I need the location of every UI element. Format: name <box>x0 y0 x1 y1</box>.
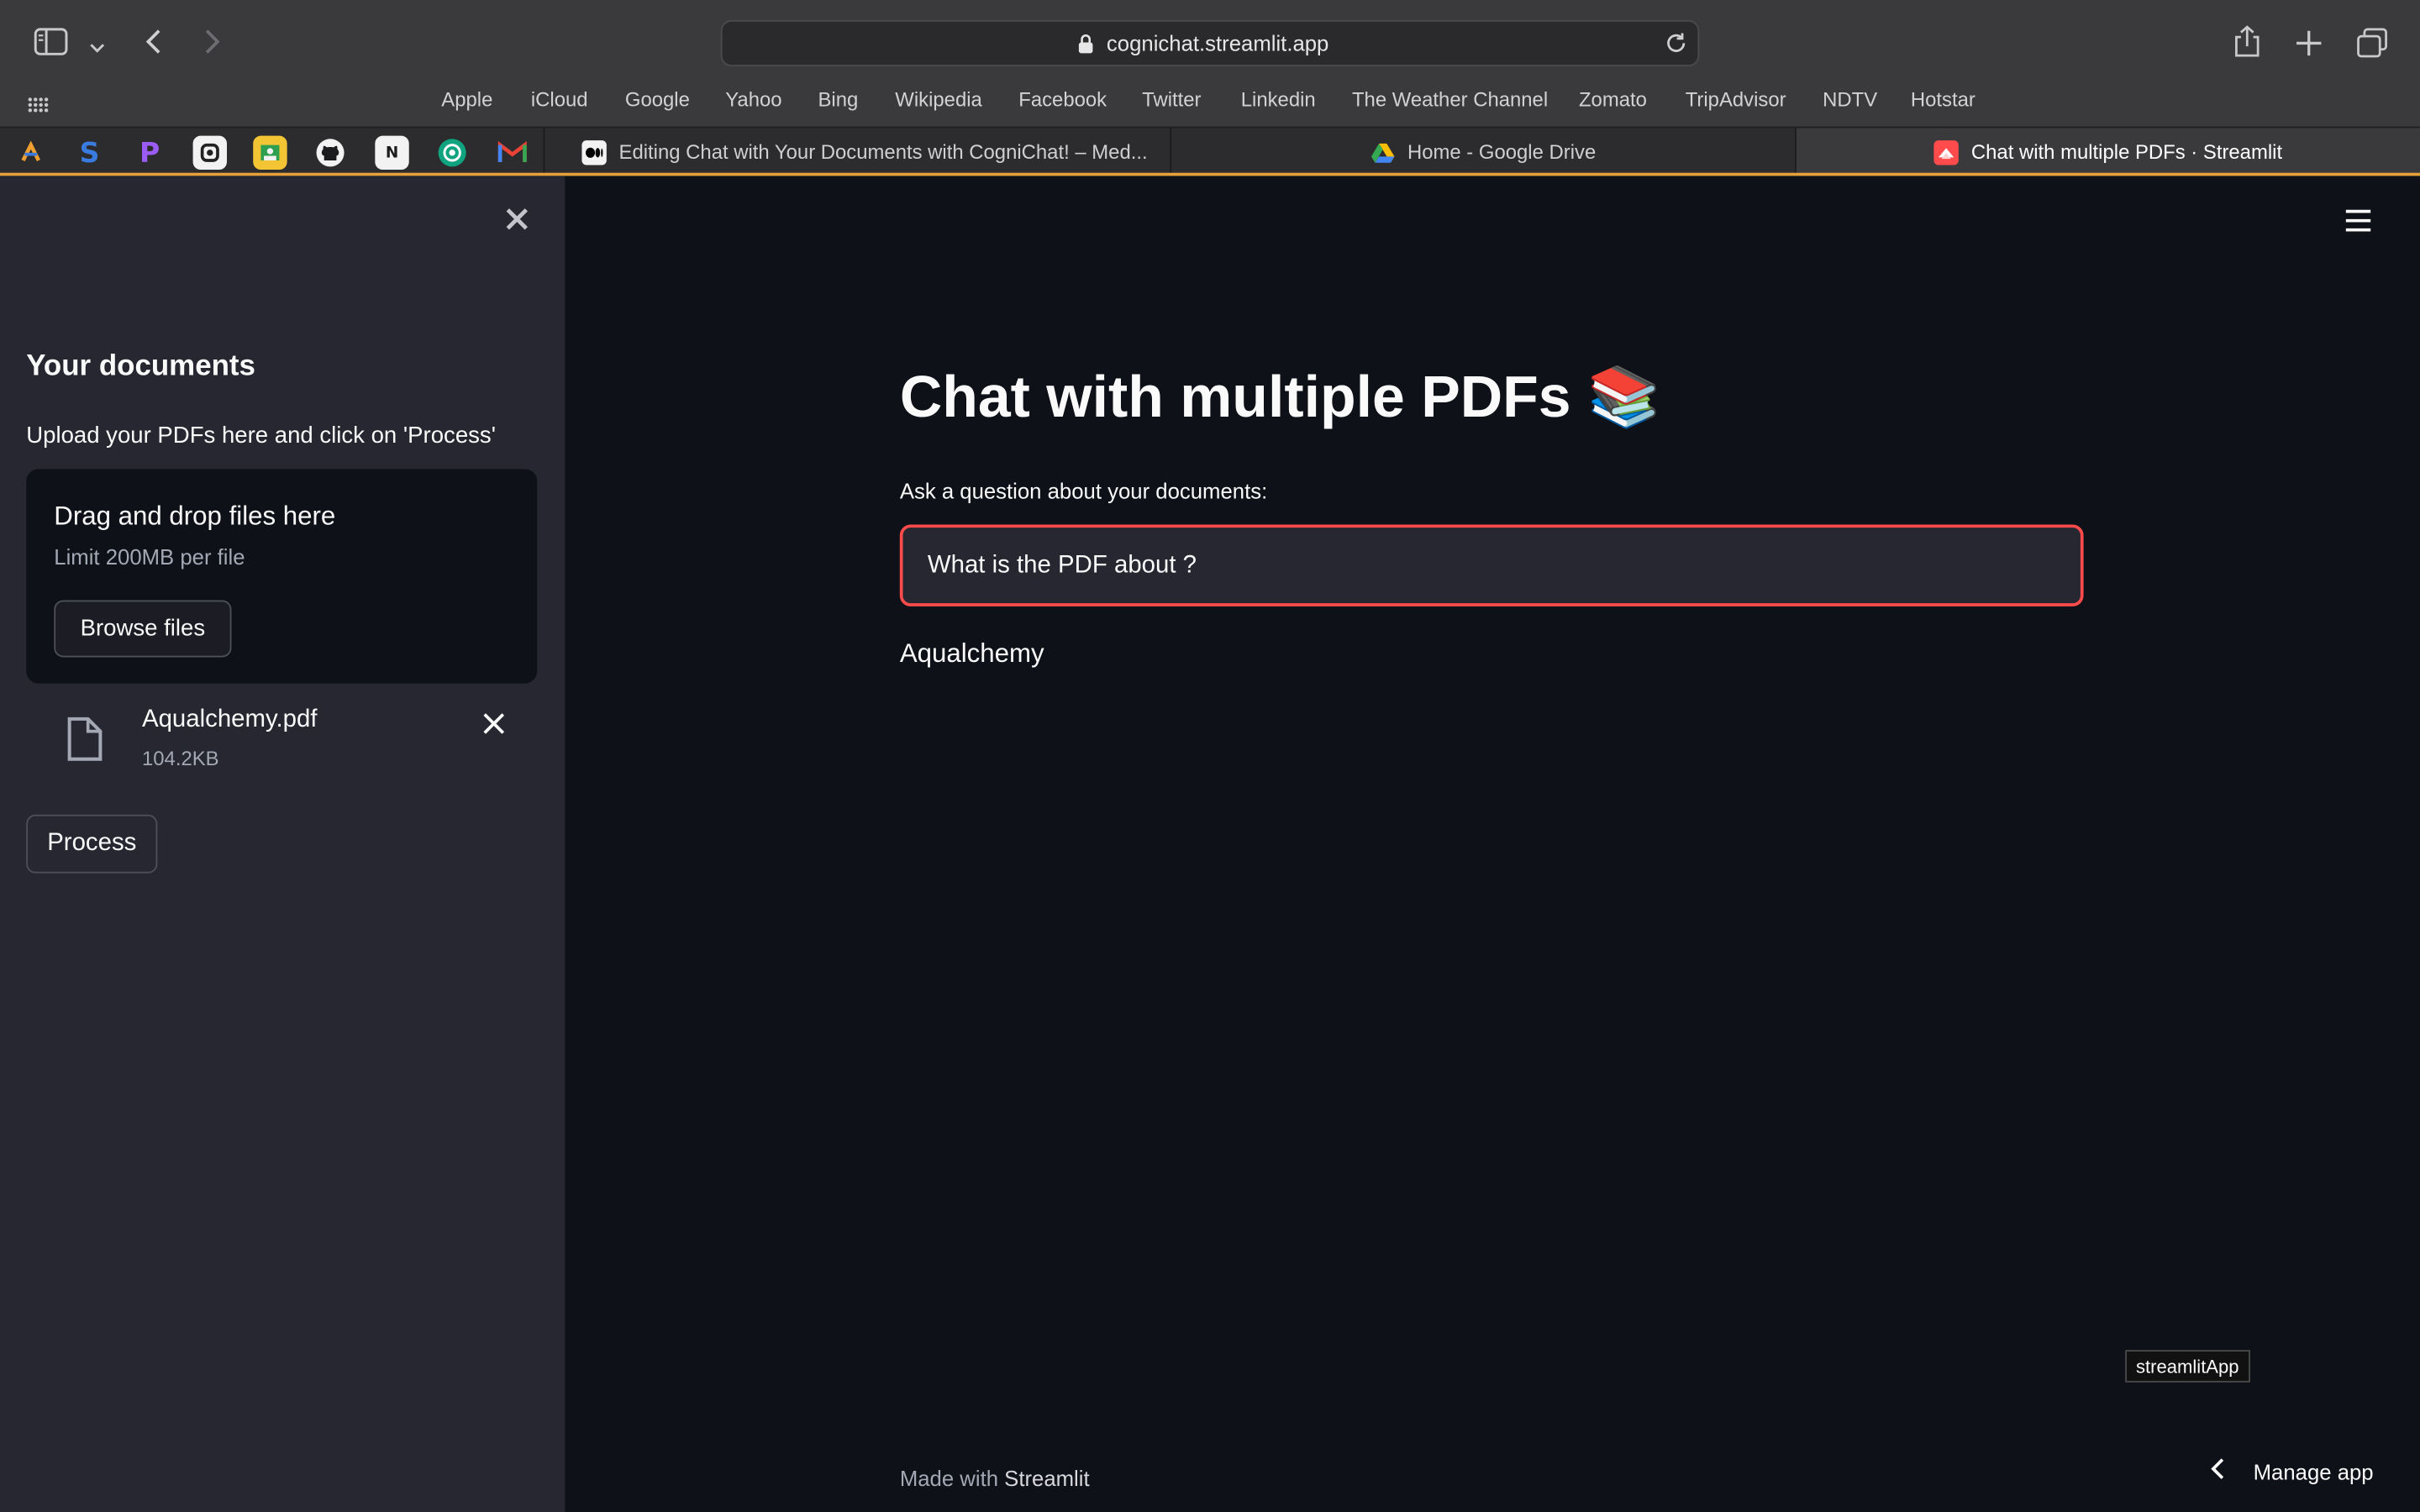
tab-streamlit-active[interactable]: Chat with multiple PDFs · Streamlit <box>1796 128 2420 176</box>
url-text: cognichat.streamlit.app <box>1106 30 1329 56</box>
colorful-logo-icon[interactable] <box>13 135 48 171</box>
gmail-icon[interactable] <box>496 136 529 170</box>
share-icon[interactable] <box>2233 24 2261 66</box>
p-logo-icon[interactable]: P <box>133 136 166 170</box>
file-name: Aqualchemy.pdf <box>141 706 318 733</box>
favorite-yahoo[interactable]: Yahoo <box>725 88 781 112</box>
favorite-ndtv[interactable]: NDTV <box>1823 88 1877 112</box>
footer-streamlit-link[interactable]: Streamlit <box>1004 1466 1089 1490</box>
chevron-left-icon <box>2210 1458 2225 1484</box>
tab-title: Editing Chat with Your Documents with Co… <box>618 140 1148 164</box>
favorite-linkedin[interactable]: Linkedin <box>1241 88 1316 112</box>
tooltip: streamlitApp <box>2125 1350 2250 1383</box>
tab-title: Chat with multiple PDFs · Streamlit <box>1970 140 2283 164</box>
tab-medium[interactable]: Editing Chat with Your Documents with Co… <box>544 128 1168 176</box>
tab-bar: S P N Editing Chat with Your Documents w… <box>0 126 2420 176</box>
favorite-tripadvisor[interactable]: TripAdvisor <box>1686 88 1786 112</box>
favorite-google[interactable]: Google <box>625 88 690 112</box>
sidebar-subtitle: Upload your PDFs here and click on 'Proc… <box>26 423 496 449</box>
file-size: 104.2KB <box>141 746 219 770</box>
file-icon <box>66 716 103 769</box>
remove-file-icon[interactable] <box>481 711 506 744</box>
tab-title: Home - Google Drive <box>1407 140 1597 164</box>
footer: Made with Streamlit <box>900 1466 1090 1490</box>
favorite-weather-channel[interactable]: The Weather Channel <box>1352 88 1548 112</box>
tab-overview-icon[interactable] <box>2357 28 2388 66</box>
back-icon[interactable] <box>144 28 162 63</box>
sidebar-heading: Your documents <box>26 349 255 383</box>
close-sidebar-icon[interactable] <box>502 203 533 234</box>
address-bar[interactable]: cognichat.streamlit.app <box>720 19 1700 66</box>
s-logo-icon[interactable]: S <box>72 136 106 170</box>
new-tab-icon[interactable] <box>2295 29 2323 65</box>
github-icon[interactable] <box>313 136 347 170</box>
chatgpt-icon[interactable] <box>435 136 469 170</box>
page-title: Chat with multiple PDFs 📚 <box>899 365 1660 431</box>
question-label: Ask a question about your documents: <box>899 478 1268 503</box>
sidebar: Your documents Upload your PDFs here and… <box>0 176 566 1512</box>
hamburger-menu-icon[interactable] <box>2343 207 2374 242</box>
answer-text: Aqualchemy <box>899 638 1044 669</box>
favorite-wikipedia[interactable]: Wikipedia <box>895 88 982 112</box>
favorite-bing[interactable]: Bing <box>818 88 858 112</box>
google-drive-icon <box>1370 139 1395 164</box>
reload-icon[interactable] <box>1664 31 1688 64</box>
favorite-hotstar[interactable]: Hotstar <box>1911 88 1975 112</box>
dropzone-title: Drag and drop files here <box>54 501 336 531</box>
slack-like-icon[interactable] <box>192 135 227 171</box>
sidebar-toggle-icon[interactable] <box>34 28 68 63</box>
manage-app-label: Manage app <box>2253 1458 2374 1484</box>
footer-prefix: Made with <box>899 1465 999 1491</box>
dropzone-limit: Limit 200MB per file <box>54 544 245 570</box>
uploaded-file-row: Aqualchemy.pdf 104.2KB <box>26 701 537 787</box>
process-button[interactable]: Process <box>26 814 158 874</box>
tab-google-drive[interactable]: Home - Google Drive <box>1171 128 1795 176</box>
favorite-apple[interactable]: Apple <box>441 88 492 112</box>
browser-toolbar: cognichat.streamlit.app <box>0 0 2420 87</box>
photos-icon[interactable] <box>253 135 287 171</box>
favorite-twitter[interactable]: Twitter <box>1142 88 1201 112</box>
favorite-icloud[interactable]: iCloud <box>531 88 588 112</box>
browser-chrome: cognichat.streamlit.app Apple iCloud Goo… <box>0 0 2420 176</box>
file-dropzone[interactable]: Drag and drop files here Limit 200MB per… <box>26 469 538 684</box>
favorite-zomato[interactable]: Zomato <box>1579 88 1647 112</box>
hn-icon[interactable]: N <box>375 135 409 171</box>
browse-files-button[interactable]: Browse files <box>54 600 232 658</box>
chevron-down-icon[interactable] <box>90 34 105 61</box>
question-input[interactable] <box>899 524 2084 606</box>
forward-icon[interactable] <box>203 28 222 63</box>
streamlit-icon <box>1933 139 1960 165</box>
medium-icon <box>581 139 607 165</box>
manage-app-button[interactable]: Manage app <box>2210 1458 2374 1484</box>
favorites-bar: Apple iCloud Google Yahoo Bing Wikipedia… <box>0 81 2420 121</box>
favorite-facebook[interactable]: Facebook <box>1018 88 1107 112</box>
lock-icon <box>1077 34 1094 61</box>
